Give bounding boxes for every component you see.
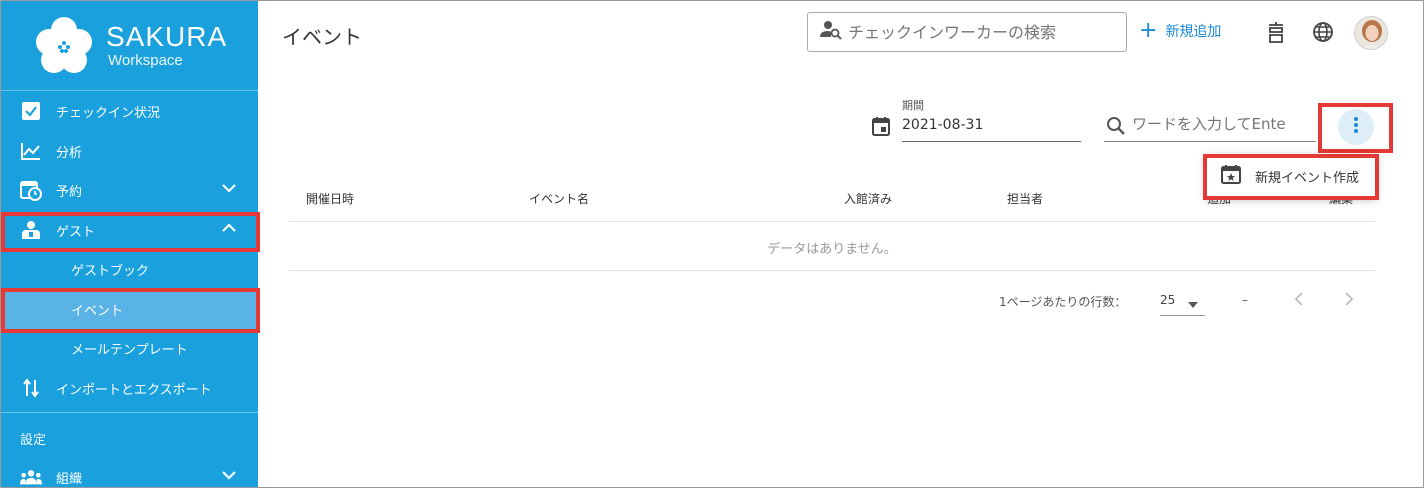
plus-icon: + xyxy=(1139,18,1158,43)
calendar-clock-icon xyxy=(20,179,42,201)
empty-state-text: データはありません。 xyxy=(767,242,897,257)
sakura-logo-icon xyxy=(34,16,94,76)
sidebar-subitem-label: メールテンプレート xyxy=(71,342,188,358)
reception-bell-icon[interactable] xyxy=(1263,19,1289,45)
period-date-field[interactable]: 2021-08-31 xyxy=(869,113,1081,142)
sidebar-subitem-label: ゲストブック xyxy=(71,263,150,279)
period-label: 期間 xyxy=(902,99,924,112)
sidebar-item-guestbook[interactable]: ゲストブック xyxy=(1,249,258,289)
col-header-person-in-charge[interactable]: 担当者 xyxy=(1007,190,1043,207)
page-title: イベント xyxy=(282,25,362,49)
keyword-search-field[interactable] xyxy=(1104,113,1316,142)
user-avatar[interactable] xyxy=(1354,16,1388,50)
sidebar-item-label: 分析 xyxy=(56,145,83,161)
prev-page-button[interactable] xyxy=(1289,290,1309,310)
rows-per-page-label: 1ページあたりの行数： xyxy=(999,295,1127,309)
period-date-value: 2021-08-31 xyxy=(902,117,984,133)
sidebar-item-import-export[interactable]: インポートとエクスポート xyxy=(1,368,258,408)
brand[interactable]: SAKURA Workspace xyxy=(1,1,258,91)
rows-per-page-value: 25 xyxy=(1160,293,1176,307)
sidebar-item-analytics[interactable]: 分析 xyxy=(1,131,258,171)
search-icon xyxy=(1106,116,1126,140)
group-icon xyxy=(20,466,42,487)
highlight-more-button xyxy=(1318,103,1393,153)
col-header-date[interactable]: 開催日時 xyxy=(306,190,354,207)
caret-down-icon xyxy=(1188,297,1198,311)
import-export-icon xyxy=(20,377,42,399)
worker-search[interactable] xyxy=(807,12,1127,52)
chart-line-icon xyxy=(20,140,42,162)
highlight-event xyxy=(1,288,260,333)
chevron-down-icon xyxy=(222,182,236,197)
col-header-checked-in[interactable]: 入館済み xyxy=(844,190,892,207)
table-header-divider xyxy=(289,221,1375,222)
worker-search-input[interactable] xyxy=(848,22,1108,42)
calendar-icon xyxy=(872,116,890,140)
sidebar-item-organization[interactable]: 組織 xyxy=(1,457,258,487)
highlight-guest xyxy=(1,212,260,252)
sidebar-item-checkin-status[interactable]: チェックイン状況 xyxy=(1,91,258,131)
next-page-button[interactable] xyxy=(1339,290,1359,310)
rows-per-page-select[interactable]: 25 xyxy=(1160,291,1205,316)
keyword-underline xyxy=(1104,141,1316,142)
table-bottom-divider xyxy=(289,270,1375,271)
chevron-left-icon xyxy=(1294,291,1303,310)
keyword-search-input[interactable] xyxy=(1132,115,1316,133)
app-window: SAKURA Workspace チェックイン状況 分析 予約 ゲスト ゲストブ… xyxy=(0,0,1424,488)
date-underline xyxy=(902,141,1081,142)
person-search-icon xyxy=(820,20,842,44)
col-header-event-name[interactable]: イベント名 xyxy=(529,190,589,207)
pagination-range: – xyxy=(1242,293,1248,307)
sidebar-item-reservation[interactable]: 予約 xyxy=(1,170,258,210)
add-new-button[interactable]: + 新規追加 xyxy=(1139,18,1222,43)
checkbox-icon xyxy=(20,100,42,122)
sidebar-item-label: 組織 xyxy=(56,471,83,487)
chevron-down-icon xyxy=(222,469,236,484)
settings-section-label: 設定 xyxy=(20,433,47,448)
globe-icon[interactable] xyxy=(1310,19,1336,45)
sidebar-item-label: チェックイン状況 xyxy=(56,105,161,121)
add-new-label: 新規追加 xyxy=(1165,24,1222,40)
sidebar-divider xyxy=(1,412,258,413)
rows-select-underline xyxy=(1160,315,1205,316)
brand-subtitle: Workspace xyxy=(108,52,183,69)
sidebar-item-mail-template[interactable]: メールテンプレート xyxy=(1,328,258,368)
highlight-create-event xyxy=(1203,154,1379,200)
chevron-right-icon xyxy=(1345,291,1354,310)
sidebar: SAKURA Workspace チェックイン状況 分析 予約 ゲスト ゲストブ… xyxy=(1,1,260,487)
brand-name: SAKURA xyxy=(106,21,228,52)
sidebar-item-label: インポートとエクスポート xyxy=(56,382,212,398)
sidebar-item-label: 予約 xyxy=(56,184,83,200)
